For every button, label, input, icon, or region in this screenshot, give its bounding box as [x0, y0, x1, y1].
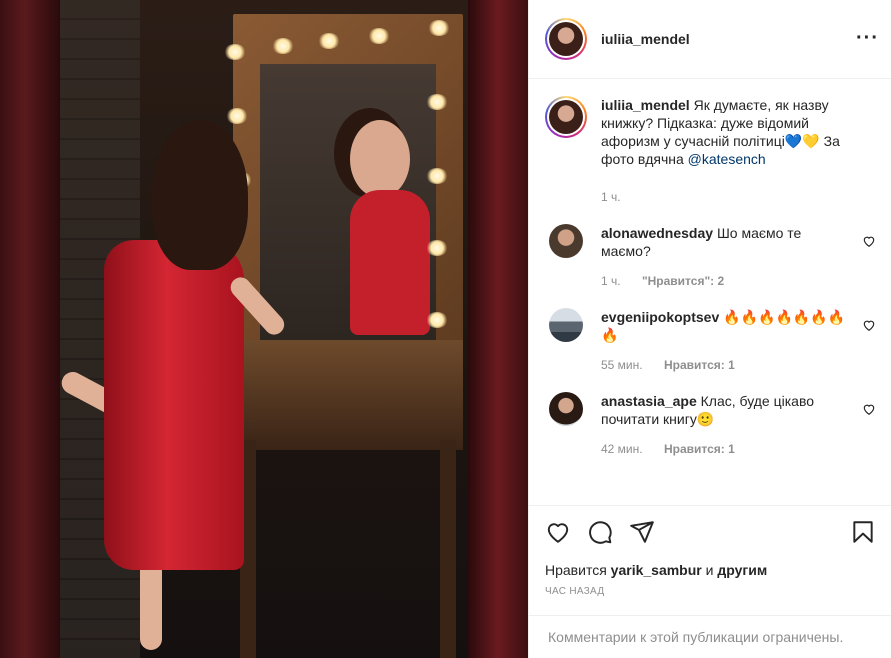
post-time[interactable]: ЧАС НАЗАД	[545, 586, 876, 597]
bookmark-icon[interactable]	[850, 519, 876, 545]
heart-icon[interactable]	[862, 402, 876, 416]
heart-icon[interactable]	[862, 318, 876, 332]
likes-user-link[interactable]: yarik_sambur	[611, 562, 702, 578]
comment-likes[interactable]: "Нравится": 2	[642, 274, 724, 288]
post-header: iuliia_mendel ···	[529, 0, 891, 79]
bulb	[426, 94, 448, 110]
avatar[interactable]	[545, 96, 587, 138]
reflection-head	[350, 120, 410, 198]
bulb	[426, 312, 448, 328]
caption-username[interactable]: iuliia_mendel	[601, 97, 690, 113]
comment-likes[interactable]: Нравится: 1	[664, 442, 735, 456]
avatar[interactable]	[545, 18, 587, 60]
woman-dress	[104, 240, 244, 570]
heart-emoji-icon: 💙💛	[784, 133, 820, 149]
heart-icon[interactable]	[862, 234, 876, 248]
comment: anastasia_ape Клас, буде цікаво почитати…	[545, 392, 876, 428]
woman-hair	[152, 120, 248, 270]
share-icon[interactable]	[629, 519, 655, 545]
comments-list[interactable]: iuliia_mendel Як думаєте, як назву книжк…	[529, 80, 891, 505]
comment-meta: 42 мин. Нравится: 1	[601, 442, 876, 456]
comment-likes[interactable]: Нравится: 1	[664, 358, 735, 372]
comment-username[interactable]: anastasia_ape	[601, 393, 697, 409]
avatar[interactable]	[549, 224, 583, 258]
caption-time[interactable]: 1 ч.	[601, 190, 621, 204]
likes-prefix: Нравится	[545, 562, 607, 578]
caption-text: iuliia_mendel Як думаєте, як назву книжк…	[601, 96, 861, 168]
comments-restricted-notice: Комментарии к этой публикации ограничены…	[529, 615, 891, 658]
bulb	[426, 240, 448, 256]
bulb	[318, 33, 340, 49]
instagram-post: iuliia_mendel ··· iuliia_mendel Як думає…	[0, 0, 891, 658]
action-bar: Нравится yarik_sambur и другим ЧАС НАЗАД	[529, 505, 891, 615]
reflection-dress	[350, 190, 430, 335]
post-sidebar: iuliia_mendel ··· iuliia_mendel Як думає…	[528, 0, 891, 658]
post-photo[interactable]	[0, 0, 528, 658]
woman-leg	[140, 560, 162, 650]
comment-time[interactable]: 1 ч.	[601, 274, 621, 288]
avatar[interactable]	[549, 392, 583, 426]
header-username[interactable]: iuliia_mendel	[601, 31, 690, 47]
bulb	[426, 168, 448, 184]
likes-others-link[interactable]: другим	[717, 562, 767, 578]
curtain-left	[0, 0, 60, 658]
likes-joiner: и	[705, 562, 714, 578]
bulb	[272, 38, 294, 54]
caption-meta: 1 ч.	[601, 190, 876, 204]
likes-summary: Нравится yarik_sambur и другим	[545, 562, 876, 578]
table-leg	[440, 440, 456, 658]
bulb	[368, 28, 390, 44]
dressing-table	[233, 340, 463, 450]
caption: iuliia_mendel Як думаєте, як назву книжк…	[545, 96, 876, 168]
comment-icon[interactable]	[587, 519, 613, 545]
comment-time[interactable]: 55 мин.	[601, 358, 643, 372]
comment: alonawednesday Шо маємо те маємо?	[545, 224, 876, 260]
bulb	[428, 20, 450, 36]
comment: evgeniipokoptsev 🔥🔥🔥🔥🔥🔥🔥🔥	[545, 308, 876, 344]
avatar[interactable]	[549, 308, 583, 342]
bulb	[224, 44, 246, 60]
comment-username[interactable]: alonawednesday	[601, 225, 713, 241]
mention-link[interactable]: @katesench	[688, 151, 766, 167]
more-dots-icon[interactable]: ···	[856, 28, 879, 48]
comment-meta: 1 ч. "Нравится": 2	[601, 274, 876, 288]
comment-username[interactable]: evgeniipokoptsev	[601, 309, 719, 325]
heart-icon[interactable]	[545, 519, 571, 545]
bulb	[226, 108, 248, 124]
comment-meta: 55 мин. Нравится: 1	[601, 358, 876, 372]
curtain-right	[468, 0, 528, 658]
comment-time[interactable]: 42 мин.	[601, 442, 643, 456]
